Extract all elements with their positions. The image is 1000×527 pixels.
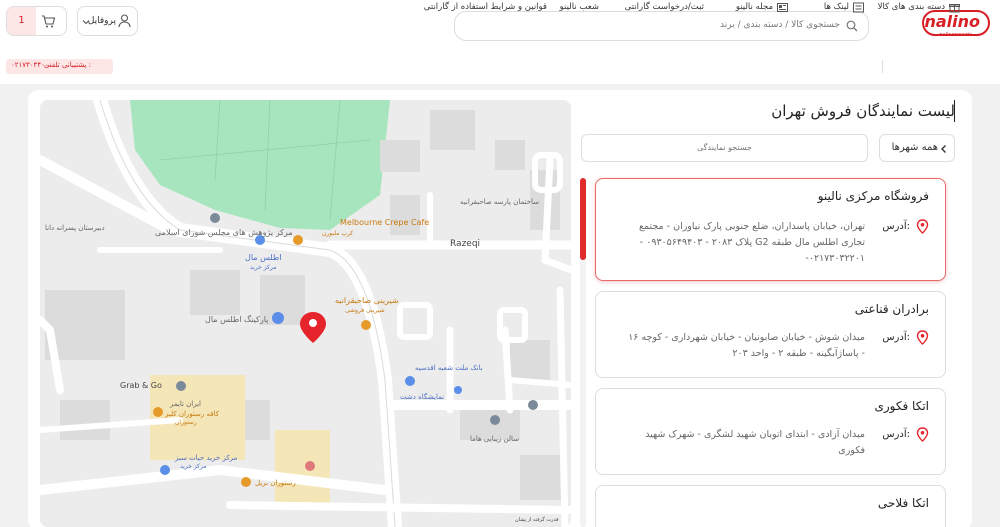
chevron-left-icon (941, 145, 946, 153)
map-label-cafe-restaurant: کافه رستوران کلیر (164, 410, 220, 418)
profile-button[interactable]: پروفایل (77, 6, 138, 36)
store-card[interactable]: اتکا فلاحی (595, 485, 946, 527)
map-label-atlas-mall-sub: مرکز خرید (250, 264, 276, 271)
nav-item-warranty-terms[interactable]: قوانین و شرایط استفاده از گارانتی (422, 0, 547, 18)
map-label-hyper-sabz-sub: مرکز خرید (180, 463, 206, 470)
location-pin-icon (916, 427, 929, 442)
map-label-dasht-gallery: نمایشگاه دشت (400, 392, 444, 401)
location-pin-icon (916, 219, 929, 234)
address-label: آدرس: (882, 429, 910, 440)
store-address: تهران، خیابان پاسداران، ضلع جنوبی پارک ن… (638, 221, 865, 264)
phone-support-badge[interactable]: پشتیبانی تلفنی : ۰۲۱۷۳۰۳۴۰۰۰ (6, 59, 113, 74)
store-list[interactable]: فروشگاه مرکزی نالینو آدرس: تهران، خیابان… (580, 176, 950, 527)
cart-count-badge: 1 (7, 7, 36, 35)
support-number: ۰۲۱۷۳۰۳۴۰۰۰ (11, 61, 53, 69)
list-icon (853, 2, 864, 13)
city-filter-label: همه شهرها (891, 142, 938, 153)
representative-search-input[interactable]: جستجو نمایندگی (581, 134, 868, 162)
map-label-girls-school: دبیرستان پسرانه دانا (45, 224, 105, 232)
cart-button[interactable]: 1 (6, 6, 67, 36)
map-label-bank: بانک ملت شعبه اقدسیه (415, 364, 483, 372)
store-card[interactable]: فروشگاه مرکزی نالینو آدرس: تهران، خیابان… (595, 178, 946, 281)
restaurant-marker (293, 235, 303, 245)
page-title: لیست نمایندگان فروش تهران (771, 102, 955, 120)
profile-label: پروفایل (87, 16, 116, 26)
nav-item-warranty-register[interactable]: ثبت/درخواست گارانتی (625, 0, 704, 18)
map-label-iran-timer: ایران تایمر (169, 400, 201, 408)
map-label-sahebgharanieh: شیرینی صاحبقرانیه (335, 296, 399, 305)
newspaper-icon (777, 3, 788, 12)
nav-label-categories: دسته بندی های کالا (877, 2, 945, 12)
map-label-cafe-restaurant-sub: رستوران (175, 419, 197, 426)
location-pin-icon (916, 330, 929, 345)
map-label-melbourne: Melbourne Crepe Cafe (340, 218, 429, 227)
store-card[interactable]: اتکا فکوری آدرس: میدان آزادی - ابتدای ات… (595, 388, 946, 475)
nav-item-branches[interactable]: شعب نالینو (559, 0, 599, 18)
site-header: nalino nalinosweets جستجوی کالا / دسته ب… (0, 0, 1000, 84)
nav-label-warranty-terms: قوانین و شرایط استفاده از گارانتی (423, 2, 547, 12)
rep-search-placeholder: جستجو نمایندگی (697, 143, 752, 152)
city-filter-button[interactable]: همه شهرها (879, 134, 955, 162)
map-label-haima-salon: سالن زیبایی هاما (470, 435, 519, 443)
scrollbar-thumb[interactable] (580, 178, 586, 260)
map-label-grab-go: Grab & Go (120, 381, 162, 390)
nav-label-branches: شعب نالینو (559, 2, 599, 12)
nav-label-links: لینک ها (823, 2, 849, 12)
map-label-park-building: ساختمان پارسه صاحبقرانیه (460, 198, 539, 206)
gift-icon (949, 4, 960, 13)
nav-divider (882, 60, 883, 73)
store-map[interactable]: Melbourne Crepe Cafe کرپ ملبورن اطلس مال… (40, 100, 571, 527)
text-caret (954, 100, 955, 122)
nav-item-categories[interactable]: دسته بندی های کالا (870, 0, 960, 18)
map-label-atlas-mall: اطلس مال (245, 253, 282, 262)
user-icon (118, 14, 131, 28)
chevron-down-icon (82, 20, 90, 25)
map-label-razeqi: Razeqi (450, 239, 480, 249)
cart-icon (42, 15, 56, 28)
map-label-atlas-parking: پارکینگ اطلس مال (205, 314, 268, 324)
map-label-sahebgharanieh-sub: شیرینی فروشی (345, 307, 385, 314)
map-label-research-center: مرکز پژوهش های مجلس شورای اسلامی (155, 228, 293, 237)
nav-item-links[interactable]: لینک ها (819, 0, 864, 18)
store-name: برادران قناعتی (854, 302, 929, 316)
map-attribution: قدرت گرفته از نِشان (515, 516, 559, 523)
address-label: آدرس: (882, 332, 910, 343)
store-name: اتکا فلاحی (877, 496, 929, 510)
search-placeholder: جستجوی کالا / دسته بندی / برند (720, 20, 840, 30)
store-name: اتکا فکوری (874, 399, 929, 413)
search-icon (846, 20, 858, 32)
store-name: فروشگاه مرکزی نالینو (817, 189, 929, 203)
map-label-restaurant-bril: رستوران بریل (255, 479, 296, 487)
map-label-hyper-sabz: مرکز خرید حیات سبز (174, 454, 238, 462)
store-address: میدان شوش - خیابان صابونیان - خیابان شهر… (628, 332, 865, 359)
map-canvas: Melbourne Crepe Cafe کرپ ملبورن اطلس مال… (40, 100, 571, 527)
map-label-melbourne-fa: کرپ ملبورن (322, 230, 353, 237)
store-address: میدان آزادی - ابتدای اتوبان شهید لشگری -… (645, 429, 865, 456)
store-card[interactable]: برادران قناعتی آدرس: میدان شوش - خیابان … (595, 291, 946, 378)
address-label: آدرس: (882, 221, 910, 232)
logo-subtext: nalinosweets (939, 32, 972, 38)
nav-item-magazine[interactable]: مجله نالینو (723, 0, 788, 18)
nav-label-magazine: مجله نالینو (735, 2, 773, 12)
nav-label-warranty-register: ثبت/درخواست گارانتی (624, 2, 704, 12)
